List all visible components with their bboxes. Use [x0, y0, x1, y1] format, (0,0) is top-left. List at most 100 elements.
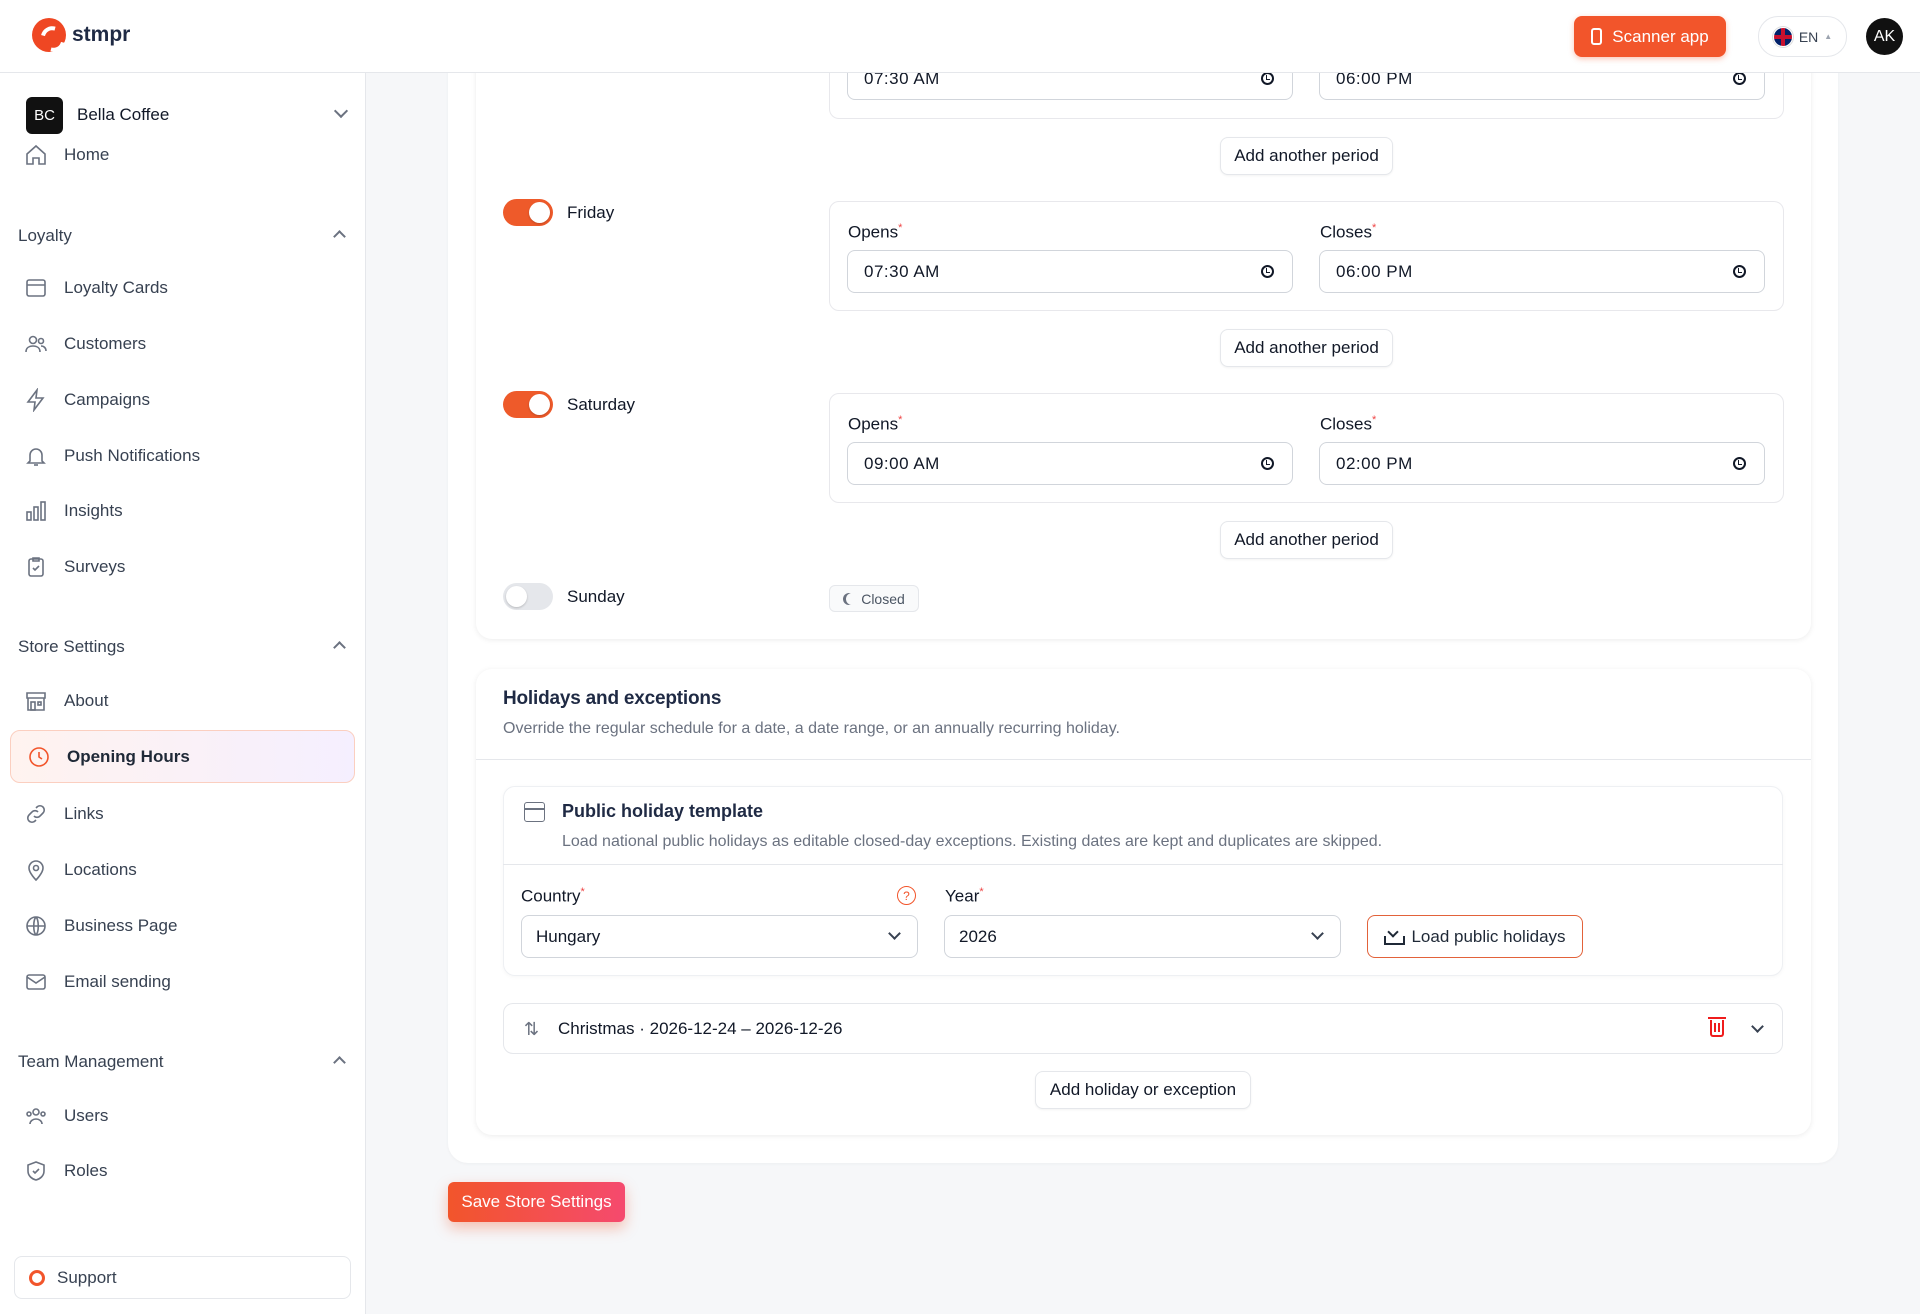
- sidebar-item-label: Email sending: [64, 972, 171, 991]
- sidebar-item-roles[interactable]: Roles: [24, 1151, 344, 1191]
- section-team-management[interactable]: Team Management: [18, 1052, 348, 1072]
- clock-icon: [1733, 72, 1746, 85]
- sidebar-item-customers[interactable]: Customers: [24, 324, 344, 364]
- language-selector[interactable]: EN ▲: [1758, 16, 1847, 57]
- sidebar-item-opening-hours[interactable]: Opening Hours: [10, 730, 355, 783]
- country-value: Hungary: [536, 926, 601, 946]
- support-button[interactable]: Support: [14, 1256, 351, 1299]
- add-period-button[interactable]: Add another period: [1220, 137, 1393, 175]
- time-value: 09:00 AM: [864, 453, 940, 473]
- scanner-app-button[interactable]: Scanner app: [1574, 16, 1726, 57]
- sidebar-item-home[interactable]: Home: [24, 135, 344, 175]
- sidebar-item-label: Home: [64, 145, 110, 164]
- sidebar-item-label: Business Page: [64, 916, 178, 935]
- clock-icon: [1733, 457, 1746, 470]
- opens-label: Opens*: [848, 414, 903, 434]
- load-label: Load public holidays: [1411, 926, 1566, 946]
- section-label: Store Settings: [18, 637, 125, 656]
- sidebar-item-label: Locations: [64, 860, 137, 879]
- card-icon: [24, 276, 48, 300]
- holidays-title: Holidays and exceptions: [503, 688, 722, 709]
- link-icon: [24, 802, 48, 826]
- closes-label: Closes*: [1320, 222, 1377, 242]
- moon-icon: [846, 593, 858, 605]
- holiday-entry[interactable]: ⇅ Christmas · 2026-12-24 – 2026-12-26: [503, 1003, 1783, 1054]
- friday-closes-input[interactable]: 06:00 PM: [1319, 250, 1765, 293]
- time-value: 02:00 PM: [1336, 453, 1413, 473]
- team-icon: [24, 1104, 48, 1128]
- add-period-button[interactable]: Add another period: [1220, 521, 1393, 559]
- chevron-up-icon: [333, 230, 346, 243]
- friday-toggle[interactable]: [503, 199, 553, 226]
- saturday-closes-input[interactable]: 02:00 PM: [1319, 442, 1765, 485]
- sidebar-item-loyalty-cards[interactable]: Loyalty Cards: [24, 268, 344, 308]
- clock-icon: [1261, 72, 1274, 85]
- section-label: Team Management: [18, 1052, 164, 1071]
- sidebar-item-label: Insights: [64, 501, 123, 520]
- saturday-toggle[interactable]: [503, 391, 553, 418]
- help-icon[interactable]: ?: [897, 886, 916, 905]
- sidebar-item-about[interactable]: About: [24, 681, 344, 721]
- org-name: Bella Coffee: [77, 105, 170, 124]
- save-store-settings-button[interactable]: Save Store Settings: [448, 1182, 625, 1222]
- clipboard-check-icon: [24, 555, 48, 579]
- map-pin-icon: [24, 858, 48, 882]
- language-label: EN: [1798, 28, 1819, 45]
- sidebar-item-label: Push Notifications: [64, 446, 201, 465]
- support-label: Support: [57, 1267, 117, 1287]
- clock-icon: [1261, 265, 1274, 278]
- template-subtitle: Load national public holidays as editabl…: [562, 833, 1383, 850]
- sidebar-item-push-notifications[interactable]: Push Notifications: [24, 436, 344, 476]
- sunday-toggle[interactable]: [503, 583, 553, 610]
- chevron-down-icon[interactable]: [1751, 1020, 1764, 1033]
- sidebar-item-business-page[interactable]: Business Page: [24, 906, 344, 946]
- lifebuoy-icon: [29, 1269, 45, 1286]
- users-icon: [24, 332, 48, 356]
- divider: [476, 759, 1811, 760]
- sidebar-item-locations[interactable]: Locations: [24, 850, 344, 890]
- sidebar-item-label: Surveys: [64, 557, 126, 576]
- user-avatar[interactable]: AK: [1866, 18, 1903, 55]
- logo[interactable]: stmpr: [32, 18, 130, 52]
- reorder-icon[interactable]: ⇅: [524, 1019, 539, 1040]
- sidebar: BC Bella Coffee Home Loyalty Loyalty Car…: [0, 73, 366, 1314]
- day-label-saturday: Saturday: [567, 395, 636, 414]
- clock-icon: [1261, 457, 1274, 470]
- trash-icon[interactable]: [1708, 1017, 1726, 1037]
- section-store-settings[interactable]: Store Settings: [18, 637, 348, 657]
- sidebar-item-label: Links: [64, 804, 104, 823]
- chevron-up-icon: [333, 641, 346, 654]
- section-loyalty[interactable]: Loyalty: [18, 226, 348, 246]
- clock-icon: [1733, 265, 1746, 278]
- sidebar-item-label: About: [64, 691, 109, 710]
- sidebar-item-surveys[interactable]: Surveys: [24, 547, 344, 587]
- lightning-icon: [24, 388, 48, 412]
- year-label: Year*: [945, 886, 984, 906]
- home-icon: [24, 143, 48, 167]
- chevron-up-icon: [333, 1056, 346, 1069]
- sidebar-item-insights[interactable]: Insights: [24, 491, 344, 531]
- divider: [503, 864, 1783, 865]
- add-period-button[interactable]: Add another period: [1220, 329, 1393, 367]
- sidebar-item-email-sending[interactable]: Email sending: [24, 962, 344, 1002]
- sidebar-item-label: Opening Hours: [67, 746, 190, 766]
- friday-opens-input[interactable]: 07:30 AM: [847, 250, 1293, 293]
- year-select[interactable]: 2026: [944, 915, 1341, 958]
- sidebar-item-users[interactable]: Users: [24, 1096, 344, 1136]
- sidebar-item-campaigns[interactable]: Campaigns: [24, 380, 344, 420]
- closed-badge: Closed: [829, 585, 919, 612]
- chevron-down-icon: [1311, 927, 1324, 940]
- template-title: Public holiday template: [562, 801, 764, 821]
- add-holiday-button[interactable]: Add holiday or exception: [1035, 1071, 1251, 1109]
- logo-text: stmpr: [72, 23, 131, 46]
- bar-chart-icon: [24, 499, 48, 523]
- mail-icon: [24, 970, 48, 994]
- saturday-opens-input[interactable]: 09:00 AM: [847, 442, 1293, 485]
- caret-up-icon: ▲: [1824, 32, 1833, 41]
- load-public-holidays-button[interactable]: Load public holidays: [1367, 915, 1583, 958]
- phone-icon: [1591, 28, 1603, 45]
- time-value: 07:30 AM: [864, 261, 940, 281]
- sidebar-item-links[interactable]: Links: [24, 794, 344, 834]
- organization-switcher[interactable]: BC Bella Coffee: [26, 96, 349, 134]
- country-select[interactable]: Hungary: [521, 915, 918, 958]
